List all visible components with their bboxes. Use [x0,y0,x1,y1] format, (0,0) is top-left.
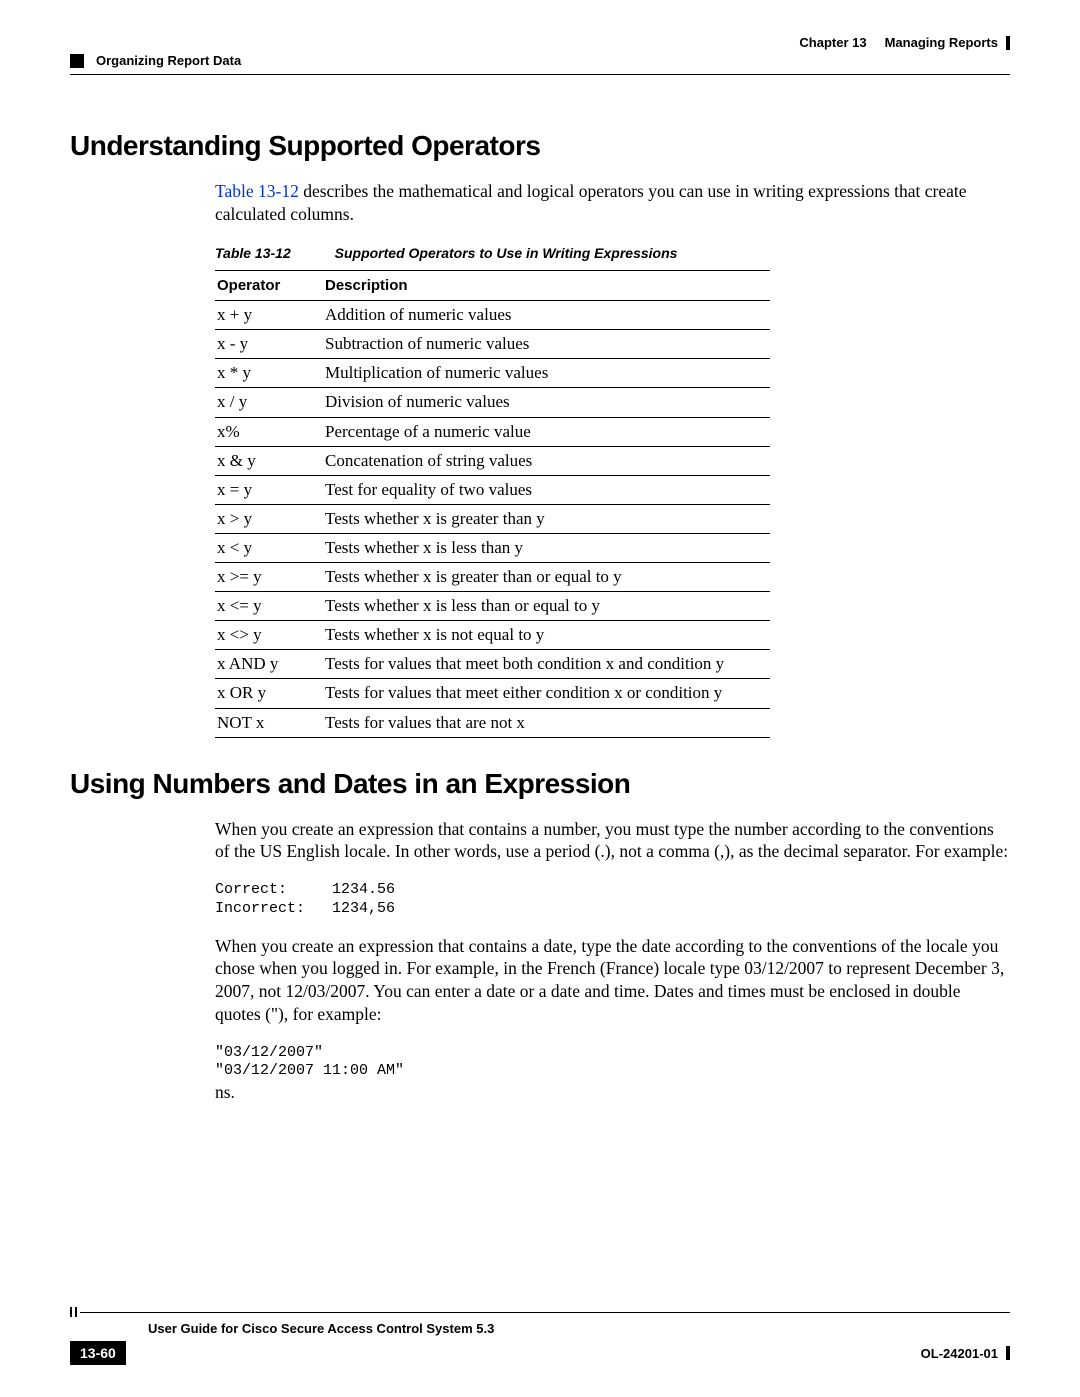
table-row: x OR yTests for values that meet either … [215,679,770,708]
operators-table: Operator Description x + yAddition of nu… [215,270,770,738]
table-caption: Table 13-12 Supported Operators to Use i… [215,244,1010,262]
intro-rest: describes the mathematical and logical o… [215,181,967,224]
operator-cell: x > y [215,504,323,533]
operator-cell: x + y [215,301,323,330]
breadcrumb: Organizing Report Data [70,53,1010,68]
para-dates: When you create an expression that conta… [215,935,1010,1026]
breadcrumb-text: Organizing Report Data [96,53,241,68]
operator-cell: x >= y [215,563,323,592]
trailing-text: ns. [215,1081,1010,1104]
footer-rule [80,1312,1010,1313]
header-rule [70,74,1010,75]
footer-bar-icon [1006,1346,1010,1360]
table-row: x%Percentage of a numeric value [215,417,770,446]
table-row: x <= yTests whether x is less than or eq… [215,592,770,621]
description-cell: Concatenation of string values [323,446,770,475]
table-caption-number: Table 13-12 [215,245,291,261]
doc-id: OL-24201-01 [921,1346,998,1361]
table-row: NOT xTests for values that are not x [215,708,770,737]
footer-tick-icon [75,1307,77,1317]
code-example-numbers: Correct: 1234.56 Incorrect: 1234,56 [215,881,1010,919]
operator-cell: x <> y [215,621,323,650]
code-example-dates: "03/12/2007" "03/12/2007 11:00 AM" [215,1044,1010,1082]
table-row: x >= yTests whether x is greater than or… [215,563,770,592]
description-cell: Tests for values that meet either condit… [323,679,770,708]
table-reference-link[interactable]: Table 13-12 [215,181,299,201]
page-footer: User Guide for Cisco Secure Access Contr… [70,1307,1010,1365]
description-cell: Tests for values that meet both conditio… [323,650,770,679]
table-row: x + yAddition of numeric values [215,301,770,330]
description-cell: Tests for values that are not x [323,708,770,737]
description-cell: Tests whether x is not equal to y [323,621,770,650]
description-cell: Test for equality of two values [323,475,770,504]
operator-cell: x AND y [215,650,323,679]
page-header: Chapter 13 Managing Reports [70,35,1010,50]
col-operator: Operator [215,270,323,301]
description-cell: Tests whether x is less than or equal to… [323,592,770,621]
heading-understanding-operators: Understanding Supported Operators [70,130,1010,162]
table-row: x & yConcatenation of string values [215,446,770,475]
description-cell: Tests whether x is less than y [323,533,770,562]
description-cell: Subtraction of numeric values [323,330,770,359]
operator-cell: x <= y [215,592,323,621]
description-cell: Percentage of a numeric value [323,417,770,446]
para-numbers: When you create an expression that conta… [215,818,1010,864]
footer-tick-icon [70,1307,72,1317]
chapter-label: Chapter 13 [799,35,866,50]
chapter-title: Managing Reports [885,35,998,50]
operator-cell: x OR y [215,679,323,708]
table-row: x / yDivision of numeric values [215,388,770,417]
operator-cell: NOT x [215,708,323,737]
table-row: x <> yTests whether x is not equal to y [215,621,770,650]
col-description: Description [323,270,770,301]
description-cell: Division of numeric values [323,388,770,417]
operator-cell: x < y [215,533,323,562]
description-cell: Addition of numeric values [323,301,770,330]
operator-cell: x = y [215,475,323,504]
operator-cell: x * y [215,359,323,388]
table-caption-text: Supported Operators to Use in Writing Ex… [335,245,678,261]
heading-numbers-dates: Using Numbers and Dates in an Expression [70,768,1010,800]
table-row: x < yTests whether x is less than y [215,533,770,562]
table-row: x - ySubtraction of numeric values [215,330,770,359]
header-bar-icon [1006,36,1010,50]
operator-cell: x% [215,417,323,446]
table-row: x = yTest for equality of two values [215,475,770,504]
square-icon [70,54,84,68]
intro-paragraph: Table 13-12 describes the mathematical a… [215,180,1010,226]
operator-cell: x & y [215,446,323,475]
operator-cell: x / y [215,388,323,417]
footer-guide-title: User Guide for Cisco Secure Access Contr… [148,1321,1010,1336]
description-cell: Tests whether x is greater than y [323,504,770,533]
table-row: x AND yTests for values that meet both c… [215,650,770,679]
description-cell: Tests whether x is greater than or equal… [323,563,770,592]
table-row: x > yTests whether x is greater than y [215,504,770,533]
description-cell: Multiplication of numeric values [323,359,770,388]
operator-cell: x - y [215,330,323,359]
table-row: x * yMultiplication of numeric values [215,359,770,388]
page-number-badge: 13-60 [70,1341,126,1365]
